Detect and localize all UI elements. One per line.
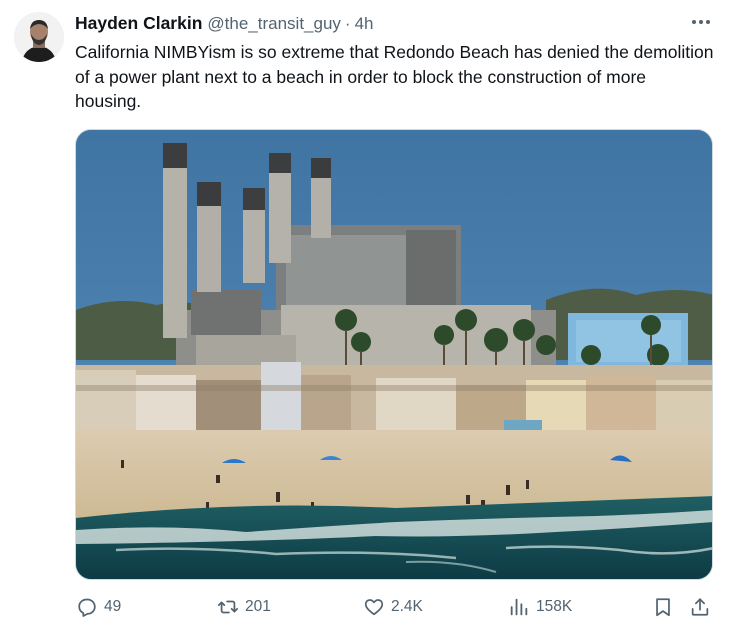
power-plant-beach-photo	[76, 130, 712, 579]
tweet-photo[interactable]	[75, 129, 713, 580]
bookmark-button[interactable]	[652, 590, 680, 624]
retweet-count: 201	[245, 598, 271, 615]
tweet-text: California NIMBYism is so extreme that R…	[75, 42, 714, 111]
reply-icon	[78, 598, 96, 617]
avatar[interactable]	[14, 12, 64, 62]
views-icon	[510, 598, 528, 616]
views-count: 158K	[536, 598, 573, 615]
share-button[interactable]	[689, 590, 717, 624]
reply-button[interactable]: 49	[76, 590, 121, 624]
retweet-icon	[217, 600, 239, 614]
like-button[interactable]: 2.4K	[363, 590, 423, 624]
like-count: 2.4K	[391, 598, 423, 615]
tweet-timestamp[interactable]: 4h	[355, 14, 374, 34]
author-name[interactable]: Hayden Clarkin	[75, 13, 202, 34]
separator-dot: ·	[344, 14, 351, 33]
bookmark-icon	[656, 598, 670, 617]
more-options-button[interactable]	[689, 12, 713, 32]
heart-icon	[364, 599, 384, 616]
author-handle[interactable]: @the_transit_guy	[207, 14, 341, 34]
retweet-button[interactable]: 201	[217, 590, 271, 624]
tweet-card: Hayden Clarkin @the_transit_guy · 4h Cal…	[0, 0, 733, 631]
tweet-actions: 49 201 2.4K 158K	[0, 590, 733, 624]
tweet-header: Hayden Clarkin @the_transit_guy · 4h	[75, 13, 374, 35]
more-horizontal-icon	[692, 20, 710, 24]
avatar-image	[14, 12, 64, 62]
views-button[interactable]: 158K	[508, 590, 572, 624]
reply-count: 49	[104, 598, 122, 615]
share-icon	[691, 598, 709, 616]
